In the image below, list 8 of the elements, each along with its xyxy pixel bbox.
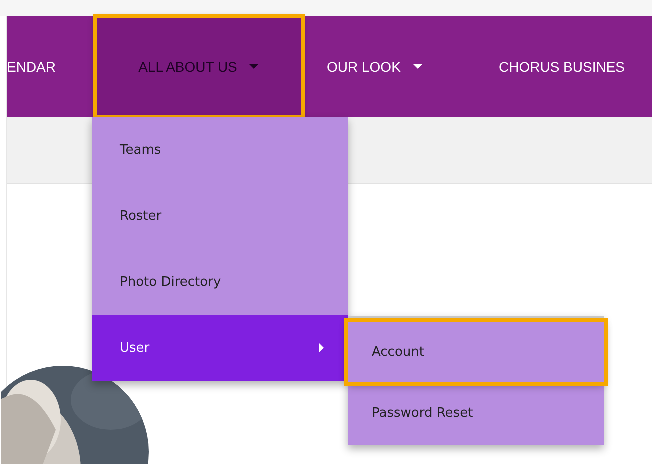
nav-menu-item[interactable]: ENDAR — [7, 16, 95, 117]
menu-item[interactable]: Roster — [92, 183, 348, 249]
nav-menu-item[interactable]: OUR LOOK — [303, 16, 475, 117]
menu-item[interactable]: Teams — [92, 117, 348, 183]
menu-item[interactable]: Photo Directory — [92, 249, 348, 315]
nav-menu-item[interactable]: CHORUS BUSINES — [475, 16, 650, 117]
menu-item[interactable]: User — [92, 315, 348, 381]
submenu-item[interactable]: Password Reset — [348, 382, 604, 445]
